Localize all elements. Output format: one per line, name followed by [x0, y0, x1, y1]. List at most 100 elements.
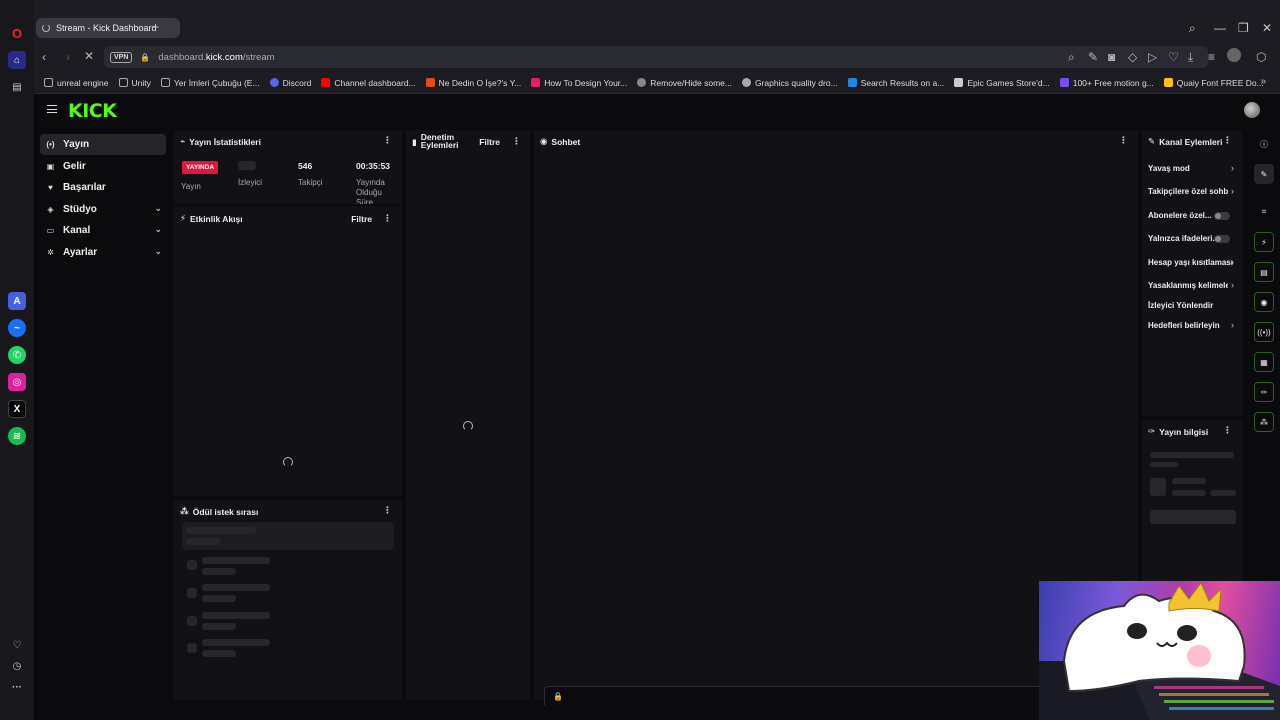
search-tabs-icon[interactable]: ⌕ — [1189, 21, 1196, 36]
skeleton-box — [187, 588, 197, 598]
bookmark-item[interactable]: Ne Dedin O İşe?'s Y... — [425, 78, 521, 88]
kebab-menu-icon[interactable]: ⋮ — [1119, 135, 1128, 146]
chat-bubble-icon[interactable]: ◉ — [1254, 292, 1274, 312]
chevron-right-icon[interactable]: › — [1231, 320, 1234, 330]
kebab-menu-icon[interactable]: ⋮ — [1223, 425, 1232, 436]
crop-icon[interactable]: ⌗ — [1254, 202, 1274, 222]
restore-icon[interactable]: ❐ — [1238, 21, 1249, 35]
nav-item-studyo[interactable]: ◈ Stüdyo ⌄ — [40, 199, 166, 220]
bookmark-item[interactable]: 100+ Free motion g... — [1059, 78, 1154, 88]
zoom-icon[interactable]: ⌕ — [1068, 50, 1075, 65]
pencil-icon[interactable]: ✎ — [1254, 164, 1274, 184]
nav-item-gelir[interactable]: ▣ Gelir — [40, 156, 166, 177]
nav-item-yayin[interactable]: (•) Yayın — [40, 134, 166, 155]
forward-icon[interactable]: › — [66, 50, 70, 64]
channel-action-followers-only[interactable]: Takipçilere özel sohbet — [1148, 187, 1228, 196]
bookmarks-overflow-icon[interactable]: » — [1260, 76, 1266, 87]
skeleton-box — [1150, 478, 1166, 496]
camera-icon[interactable]: ◙ — [1108, 50, 1115, 64]
chat-input[interactable]: 🔒 — [544, 686, 1044, 708]
hamburger-menu-icon[interactable] — [47, 105, 57, 113]
url-bar[interactable]: VPN 🔒 dashboard.kick.com/stream — [104, 46, 1208, 68]
bookmark-item[interactable]: Discord — [269, 78, 311, 88]
channel-action-account-age[interactable]: Hesap yaşı kısıtlaması — [1148, 258, 1233, 267]
chevron-right-icon[interactable]: › — [1231, 257, 1234, 267]
loading-icon — [42, 24, 50, 32]
browser-sidebar: O ⌂ ▤ A ~ ✆ ◎ X ≋ ♡ ◷ ··· — [0, 0, 34, 720]
more-icon[interactable]: ··· — [8, 678, 26, 696]
nav-item-ayarlar[interactable]: ✲ Ayarlar ⌄ — [40, 242, 166, 263]
skeleton-line — [202, 612, 270, 619]
shield-icon[interactable]: ◇ — [1128, 50, 1137, 64]
cat-eye-right — [1177, 625, 1197, 641]
kebab-menu-icon[interactable]: ⋮ — [383, 135, 392, 146]
nav-item-kanal[interactable]: ▭ Kanal ⌄ — [40, 220, 166, 241]
bookmark-item[interactable]: Remove/Hide some... — [637, 78, 732, 88]
skeleton-line — [186, 527, 256, 534]
skeleton-line — [186, 538, 220, 545]
activity-feed-panel: ⚡ Etkinlik Akışı Filtre ⋮ — [174, 206, 402, 496]
filter-button[interactable]: Filtre — [351, 214, 372, 224]
heart-icon[interactable]: ♡ — [8, 636, 26, 654]
new-tab-plus-icon[interactable]: + — [152, 20, 159, 34]
filter-button[interactable]: Filtre — [479, 137, 500, 147]
user-avatar[interactable] — [1244, 102, 1260, 118]
chevron-right-icon[interactable]: › — [1231, 186, 1234, 196]
nav-item-basarilar[interactable]: ♥ Başarılar — [40, 177, 166, 198]
gift-icon[interactable]: ⁂ — [1254, 412, 1274, 432]
bolt-icon[interactable]: ⚡ — [1254, 232, 1274, 252]
ai-chat-icon[interactable]: ▤ — [8, 78, 26, 96]
play-icon[interactable]: ▷ — [1148, 50, 1157, 64]
opera-logo-icon[interactable]: O — [8, 24, 26, 42]
messenger-icon[interactable]: ~ — [8, 319, 26, 337]
kebab-menu-icon[interactable]: ⋮ — [1223, 135, 1232, 146]
bookmark-item[interactable]: How To Design Your... — [531, 78, 627, 88]
subscribers-only-toggle[interactable] — [1214, 212, 1230, 220]
history-icon[interactable]: ◷ — [8, 657, 26, 675]
kebab-menu-icon[interactable]: ⋮ — [512, 136, 521, 147]
vpn-badge[interactable]: VPN — [110, 51, 133, 63]
profile-avatar[interactable] — [1227, 48, 1241, 62]
bookmark-item[interactable]: Epic Games Store'd... — [954, 78, 1050, 88]
reload-stop-icon[interactable]: ✕ — [84, 49, 94, 63]
aria-icon[interactable]: A — [8, 292, 26, 310]
layout-icon[interactable]: ▦ — [1254, 352, 1274, 372]
channel-action-banned-words[interactable]: Yasaklanmış kelimeler — [1148, 281, 1228, 290]
home-icon[interactable]: ⌂ — [8, 51, 26, 69]
skeleton-line — [1172, 490, 1206, 496]
download-icon[interactable]: ⤓ — [1188, 50, 1193, 65]
instagram-icon[interactable]: ◎ — [8, 373, 26, 391]
webcam-overlay — [1039, 581, 1280, 720]
emotes-only-toggle[interactable] — [1214, 235, 1230, 243]
easy-setup-icon[interactable]: ⬡ — [1256, 50, 1266, 64]
wrench-icon[interactable]: ✑ — [1254, 382, 1274, 402]
kick-logo[interactable]: KICK — [68, 100, 117, 122]
bookmark-item[interactable]: Yer İmleri Çubuğu (E... — [160, 78, 260, 88]
whatsapp-icon[interactable]: ✆ — [8, 346, 26, 364]
channel-action-slow-mode[interactable]: Yavaş mod — [1148, 164, 1190, 173]
kebab-menu-icon[interactable]: ⋮ — [383, 505, 392, 516]
broadcast-icon[interactable]: ((•)) — [1254, 322, 1274, 342]
bookmark-item[interactable]: Search Results on a... — [847, 78, 944, 88]
x-twitter-icon[interactable]: X — [8, 400, 26, 418]
spotify-icon[interactable]: ≋ — [8, 427, 26, 445]
kebab-menu-icon[interactable]: ⋮ — [383, 213, 392, 224]
edit-icon[interactable]: ✎ — [1088, 50, 1098, 64]
chevron-right-icon[interactable]: › — [1231, 163, 1234, 173]
document-icon[interactable]: ▤ — [1254, 262, 1274, 282]
bookmark-item[interactable]: Graphics quality dro... — [741, 78, 838, 88]
url-text[interactable]: dashboard.kick.com/stream — [158, 52, 274, 63]
chevron-right-icon[interactable]: › — [1231, 280, 1234, 290]
close-icon[interactable]: ✕ — [1262, 21, 1272, 35]
bookmark-item[interactable]: Unity — [118, 78, 151, 88]
heart-outline-icon[interactable]: ♡ — [1168, 50, 1179, 64]
channel-action-set-goals[interactable]: Hedefleri belirleyin — [1148, 321, 1220, 330]
channel-action-redirect-viewers[interactable]: İzleyici Yönlendir — [1148, 301, 1213, 310]
bookmark-item[interactable]: Channel dashboard... — [321, 78, 416, 88]
menu-lines-icon[interactable]: ≡ — [1208, 50, 1215, 64]
bookmark-item[interactable]: Quaiy Font FREE Do... — [1163, 78, 1264, 88]
info-icon[interactable]: ⓘ — [1254, 134, 1274, 154]
back-icon[interactable]: ‹ — [42, 50, 46, 64]
minimize-icon[interactable]: — — [1214, 21, 1226, 35]
bookmark-item[interactable]: unreal engine — [44, 78, 109, 88]
